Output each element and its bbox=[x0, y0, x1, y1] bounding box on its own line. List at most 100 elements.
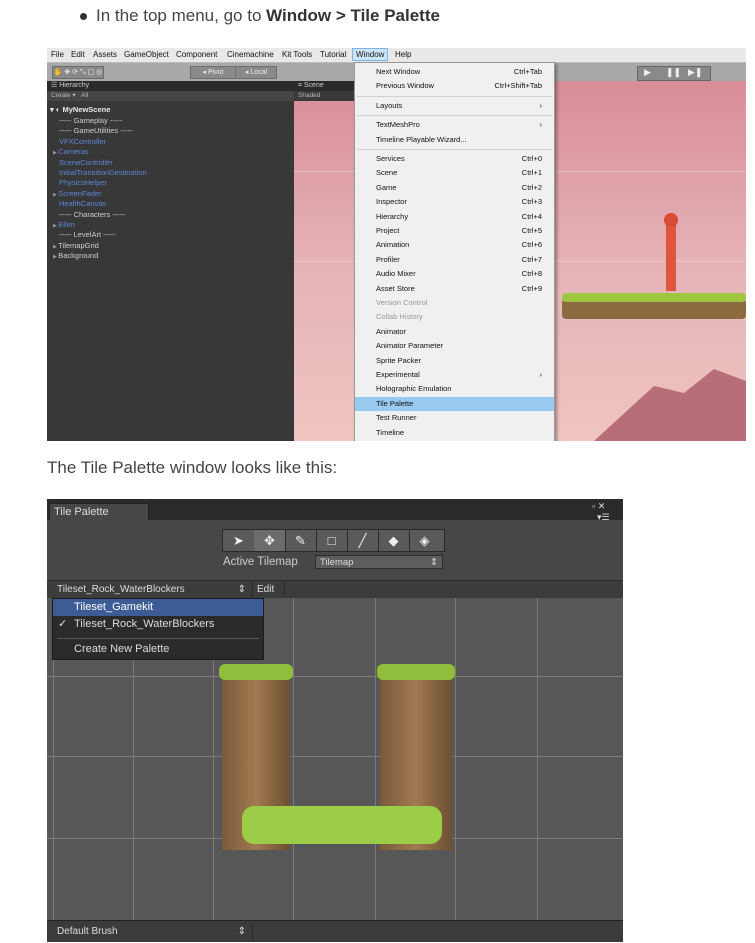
menu-shortcut: Ctrl+0 bbox=[521, 154, 542, 163]
window-titlebar: Tile Palette ▫ ✕ ▾☰ bbox=[47, 499, 623, 522]
palette-select-arrows-icon: ⇕ bbox=[237, 584, 246, 595]
hierarchy-item[interactable]: ----- GameUtilities ----- bbox=[59, 126, 133, 135]
hierarchy-item[interactable]: ▶ ScreenFader bbox=[53, 189, 102, 198]
menu-shortcut: Ctrl+6 bbox=[521, 240, 542, 250]
menu-bar: File Edit Assets GameObject Component Cinemac… bbox=[47, 48, 746, 63]
menu-kit-tools[interactable]: Kit Tools bbox=[282, 50, 312, 59]
unity-editor-screenshot: File Edit Assets GameObject Component Cinemac… bbox=[47, 48, 746, 441]
window-menu-item-timeline-playable-wizard[interactable]: Timeline Playable Wizard... bbox=[355, 133, 554, 147]
window-menu-item-textmeshpro[interactable]: TextMeshPro › bbox=[355, 118, 554, 132]
character-ellen bbox=[666, 223, 676, 291]
create-new-palette[interactable]: Create New Palette bbox=[53, 641, 263, 658]
window-menu-item-game[interactable]: Game Ctrl+2 bbox=[355, 181, 554, 195]
left-grass-cap bbox=[219, 664, 293, 680]
transform-tools[interactable]: ✋ ✥ ⟳ ⤡ ▢ ◎ bbox=[52, 66, 104, 79]
picker-icon[interactable]: ╱ bbox=[347, 530, 379, 551]
hierarchy-item[interactable]: ▶ Background bbox=[53, 251, 98, 260]
window-menu-item-audio-mixer[interactable]: Audio Mixer Ctrl+8 bbox=[355, 267, 554, 281]
menu-tutorial[interactable]: Tutorial bbox=[320, 50, 346, 59]
menu-shortcut: › bbox=[539, 100, 543, 110]
hierarchy-item[interactable]: PhysicsHelper bbox=[59, 178, 107, 187]
menu-shortcut: Ctrl+2 bbox=[521, 182, 542, 192]
tile-palette-window: Tile Palette ▫ ✕ ▾☰ ➤ ✥ ✎ □ ╱ ◆ ◈ Active… bbox=[47, 499, 623, 942]
hierarchy-item[interactable]: ▶ Ellen bbox=[53, 220, 75, 229]
window-menu-item-scene[interactable]: Scene Ctrl+1 bbox=[355, 166, 554, 180]
window-menu-item-experimental[interactable]: Experimental › bbox=[355, 368, 554, 382]
window-menu-item-hierarchy[interactable]: Hierarchy Ctrl+4 bbox=[355, 210, 554, 224]
menu-gameobject[interactable]: GameObject bbox=[124, 50, 169, 59]
menu-shortcut: Ctrl+7 bbox=[521, 254, 542, 264]
menu-edit[interactable]: Edit bbox=[71, 50, 85, 59]
hierarchy-item[interactable]: InitialTransitionDestination bbox=[59, 168, 147, 177]
pivot-toggle[interactable]: ◂ Pivot bbox=[190, 66, 236, 79]
window-menu-item-services[interactable]: Services Ctrl+0 bbox=[355, 152, 554, 166]
step-icon[interactable]: ▶❚ bbox=[688, 67, 702, 78]
menu-shortcut: Ctrl+8 bbox=[521, 269, 542, 279]
eraser-icon[interactable]: ◆ bbox=[378, 530, 410, 551]
menu-help[interactable]: Help bbox=[395, 50, 411, 59]
menu-file[interactable]: File bbox=[51, 50, 64, 59]
menu-separator bbox=[357, 115, 552, 117]
window-menu-item-profiler[interactable]: Profiler Ctrl+7 bbox=[355, 253, 554, 267]
dropdown-separator bbox=[57, 638, 259, 639]
menu-cinemachine[interactable]: Cinemachine bbox=[227, 50, 274, 59]
pause-icon[interactable]: ❚❚ bbox=[666, 67, 681, 78]
select-icon[interactable]: ➤ bbox=[223, 530, 255, 551]
menu-component[interactable]: Component bbox=[176, 50, 217, 59]
hierarchy-search[interactable]: All bbox=[81, 92, 88, 99]
window-menu-item-asset-store[interactable]: Asset Store Ctrl+9 bbox=[355, 282, 554, 296]
hierarchy-item[interactable]: ▶ Cameras bbox=[53, 147, 89, 156]
palette-option[interactable]: ✓ Tileset_Rock_WaterBlockers bbox=[53, 616, 263, 633]
palette-select[interactable]: Tileset_Rock_WaterBlockers ⇕ bbox=[51, 582, 253, 597]
menu-shortcut: Ctrl+9 bbox=[521, 283, 542, 293]
palette-option[interactable]: Tileset_Gamekit bbox=[53, 599, 263, 616]
menu-shortcut: Ctrl+4 bbox=[521, 211, 542, 221]
window-menu-item-animation[interactable]: Animation Ctrl+6 bbox=[355, 238, 554, 252]
paint-brush-icon[interactable]: ✎ bbox=[285, 530, 317, 551]
window-menu-item-timeline[interactable]: Timeline bbox=[355, 426, 554, 440]
window-menu-item-previous-window[interactable]: Previous Window Ctrl+Shift+Tab bbox=[355, 79, 554, 93]
character-head bbox=[664, 213, 678, 227]
window-menu-item-collab-history[interactable]: Collab History bbox=[355, 310, 554, 324]
hierarchy-item[interactable]: ----- Characters ----- bbox=[59, 210, 125, 219]
bullet-dot bbox=[80, 13, 87, 20]
box-fill-icon[interactable]: □ bbox=[316, 530, 348, 551]
create-button[interactable]: Create bbox=[51, 92, 71, 99]
bottom-grass-platform bbox=[242, 806, 442, 844]
window-menu-item-animator-parameter[interactable]: Animator Parameter bbox=[355, 339, 554, 353]
hierarchy-item[interactable]: ▶ TilemapGrid bbox=[53, 241, 99, 250]
tool-strip: ➤ ✥ ✎ □ ╱ ◆ ◈ bbox=[222, 529, 445, 552]
edit-button[interactable]: Edit bbox=[253, 582, 285, 597]
hierarchy-item[interactable]: VFXController bbox=[59, 137, 106, 146]
checkmark-icon: ✓ bbox=[58, 618, 68, 630]
window-menu-item-inspector[interactable]: Inspector Ctrl+3 bbox=[355, 195, 554, 209]
play-controls[interactable]: ▶ ❚❚ ▶❚ bbox=[637, 66, 711, 81]
move-icon[interactable]: ✥ bbox=[254, 530, 286, 551]
fill-icon[interactable]: ◈ bbox=[409, 530, 440, 551]
window-menu-item-version-control[interactable]: Version Control bbox=[355, 296, 554, 310]
brush-select[interactable]: Default Brush ⇕ bbox=[51, 924, 253, 939]
hierarchy-item[interactable]: ----- Gameplay ----- bbox=[59, 116, 122, 125]
menu-assets[interactable]: Assets bbox=[93, 50, 117, 59]
window-menu-item-layouts[interactable]: Layouts › bbox=[355, 99, 554, 113]
menu-window[interactable]: Window bbox=[352, 48, 389, 61]
window-menu-item-tile-palette[interactable]: Tile Palette bbox=[355, 396, 554, 411]
hierarchy-toolbar: Create ▾ All bbox=[47, 91, 298, 101]
hierarchy-tab[interactable]: ☰ Hierarchy bbox=[47, 81, 298, 91]
menu-shortcut: Ctrl+5 bbox=[521, 226, 542, 235]
window-menu-item-holographic-emulation[interactable]: Holographic Emulation bbox=[355, 382, 554, 396]
tile-palette-tab[interactable]: Tile Palette bbox=[49, 503, 149, 521]
window-menu-item-project[interactable]: Project Ctrl+5 bbox=[355, 224, 554, 238]
active-tilemap-select[interactable]: Tilemap ⇕ bbox=[315, 555, 443, 569]
hierarchy-item[interactable]: SceneController bbox=[59, 158, 113, 167]
play-icon[interactable]: ▶ bbox=[644, 67, 651, 78]
hierarchy-item[interactable]: ----- LevelArt ----- bbox=[59, 230, 116, 239]
window-menu-item-sprite-packer[interactable]: Sprite Packer bbox=[355, 354, 554, 368]
hierarchy-item[interactable]: HealthCanvas bbox=[59, 199, 106, 208]
window-menu-item-next-window[interactable]: Next Window Ctrl+Tab bbox=[355, 65, 554, 79]
window-menu-item-test-runner[interactable]: Test Runner bbox=[355, 411, 554, 425]
local-toggle[interactable]: ◂ Local bbox=[235, 66, 277, 79]
window-menu-item-animator[interactable]: Animator bbox=[355, 325, 554, 339]
menu-shortcut: Ctrl+3 bbox=[521, 197, 542, 207]
scene-root[interactable]: ▾ ◐ MyNewScene bbox=[50, 105, 110, 114]
